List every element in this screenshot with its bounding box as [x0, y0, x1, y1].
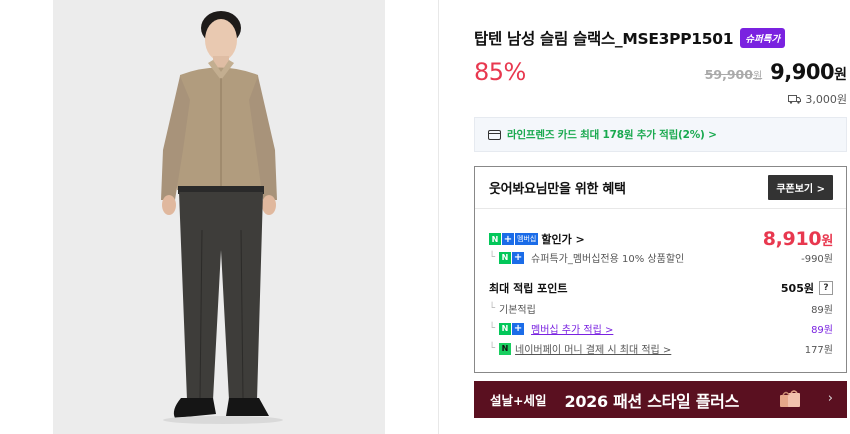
- membership-price-row[interactable]: N + 멤버십 할인가 > 8,910원: [489, 228, 833, 250]
- membership-discount-label: 슈퍼특가_멤버십전용 10% 상품할인: [531, 254, 685, 265]
- membership-discount-value: -990원: [801, 254, 833, 265]
- basic-points-row: └ 기본적립 89원: [489, 301, 833, 316]
- membership-points-link[interactable]: 멤버십 추가 적립 >: [531, 321, 613, 336]
- naver-plus-badge: N +: [499, 322, 525, 335]
- plus-icon: +: [502, 233, 514, 245]
- sale-price-unit: 원: [834, 67, 847, 83]
- naver-plus-membership-badge: N + 멤버십: [489, 233, 539, 245]
- max-points-total: 505원 ?: [781, 280, 833, 296]
- super-deal-badge: 슈퍼특가: [740, 28, 786, 48]
- max-points-title: 최대 적립 포인트: [489, 282, 568, 295]
- naver-n-icon: N: [489, 233, 501, 245]
- panel-divider: [438, 0, 439, 434]
- product-image[interactable]: [53, 0, 385, 434]
- naver-n-icon: N: [499, 322, 512, 335]
- membership-price: 8,910원: [762, 228, 834, 250]
- product-model-illustration: [53, 0, 385, 434]
- membership-points-row[interactable]: └ N + 멤버십 추가 적립 > 89원: [489, 321, 833, 336]
- discount-rate: 85%: [474, 58, 526, 86]
- gift-bag-icon: [780, 390, 800, 407]
- price-row: 59,900원 9,900 원: [705, 60, 847, 84]
- help-icon[interactable]: ?: [819, 281, 833, 295]
- card-benefit-text: 라인프렌즈 카드 최대 178원 추가 적립(2%) >: [507, 129, 717, 141]
- credit-card-icon: [488, 129, 501, 140]
- lunar-sale-promo-banner[interactable]: 설날+세일 2026 패션 스타일 플러스 ›: [474, 381, 847, 418]
- shipping-fee-text: 3,000원: [805, 93, 847, 106]
- naverpay-points-link[interactable]: 네이버페이 머니 결제 시 최대 적립 >: [515, 341, 671, 356]
- naverpay-icon: N: [499, 342, 512, 355]
- benefit-header: 웃어봐요님만을 위한 혜택 쿠폰보기 >: [475, 167, 846, 209]
- naverpay-points-row[interactable]: └ N 네이버페이 머니 결제 시 최대 적립 > 177원: [489, 341, 833, 356]
- branch-glyph: └: [489, 303, 496, 314]
- chevron-right-icon: ›: [827, 391, 833, 406]
- coupon-view-button[interactable]: 쿠폰보기 >: [768, 175, 833, 200]
- product-title: 탑텐 남성 슬림 슬랙스_MSE3PP1501: [474, 30, 734, 48]
- membership-price-label: 할인가 >: [541, 233, 585, 246]
- card-benefit-banner[interactable]: 라인프렌즈 카드 최대 178원 추가 적립(2%) >: [474, 117, 847, 152]
- membership-discount-row: └ N + 슈퍼특가_멤버십전용 10% 상품할인 -990원: [489, 250, 833, 265]
- membership-price-value: 8,910: [762, 228, 822, 250]
- membership-badge-text: 멤버십: [515, 233, 539, 245]
- member-benefit-box: 웃어봐요님만을 위한 혜택 쿠폰보기 > N + 멤버십 할인가 > 8,910…: [474, 166, 847, 373]
- basic-points-label: 기본적립: [499, 305, 536, 316]
- branch-glyph: └: [489, 343, 496, 354]
- naver-n-icon: N: [499, 251, 512, 264]
- branch-glyph: └: [489, 323, 496, 334]
- basic-points-value: 89원: [811, 305, 833, 316]
- original-price-value: 59,900: [704, 67, 753, 82]
- naver-plus-badge: N +: [499, 251, 525, 264]
- membership-points-value: 89원: [811, 325, 833, 336]
- truck-icon: [788, 94, 802, 104]
- benefit-title: 웃어봐요님만을 위한 혜택: [489, 182, 626, 197]
- sale-price: 9,900: [770, 60, 835, 84]
- shipping-fee: 3,000원: [788, 91, 847, 107]
- membership-price-unit: 원: [821, 234, 833, 249]
- promo-left-text: 설날+세일: [490, 393, 547, 408]
- original-price-unit: 원: [752, 71, 763, 82]
- branch-glyph: └: [489, 252, 496, 263]
- plus-icon: +: [512, 251, 525, 264]
- title-row: 탑텐 남성 슬림 슬랙스_MSE3PP1501 슈퍼특가: [474, 27, 786, 49]
- plus-icon: +: [512, 322, 525, 335]
- naverpay-points-value: 177원: [804, 345, 833, 356]
- original-price: 59,900원: [705, 67, 762, 82]
- max-points-value: 505원: [780, 282, 814, 295]
- promo-right-text: 2026 패션 스타일 플러스: [564, 391, 739, 411]
- max-points-row: 최대 적립 포인트 505원 ?: [489, 280, 833, 296]
